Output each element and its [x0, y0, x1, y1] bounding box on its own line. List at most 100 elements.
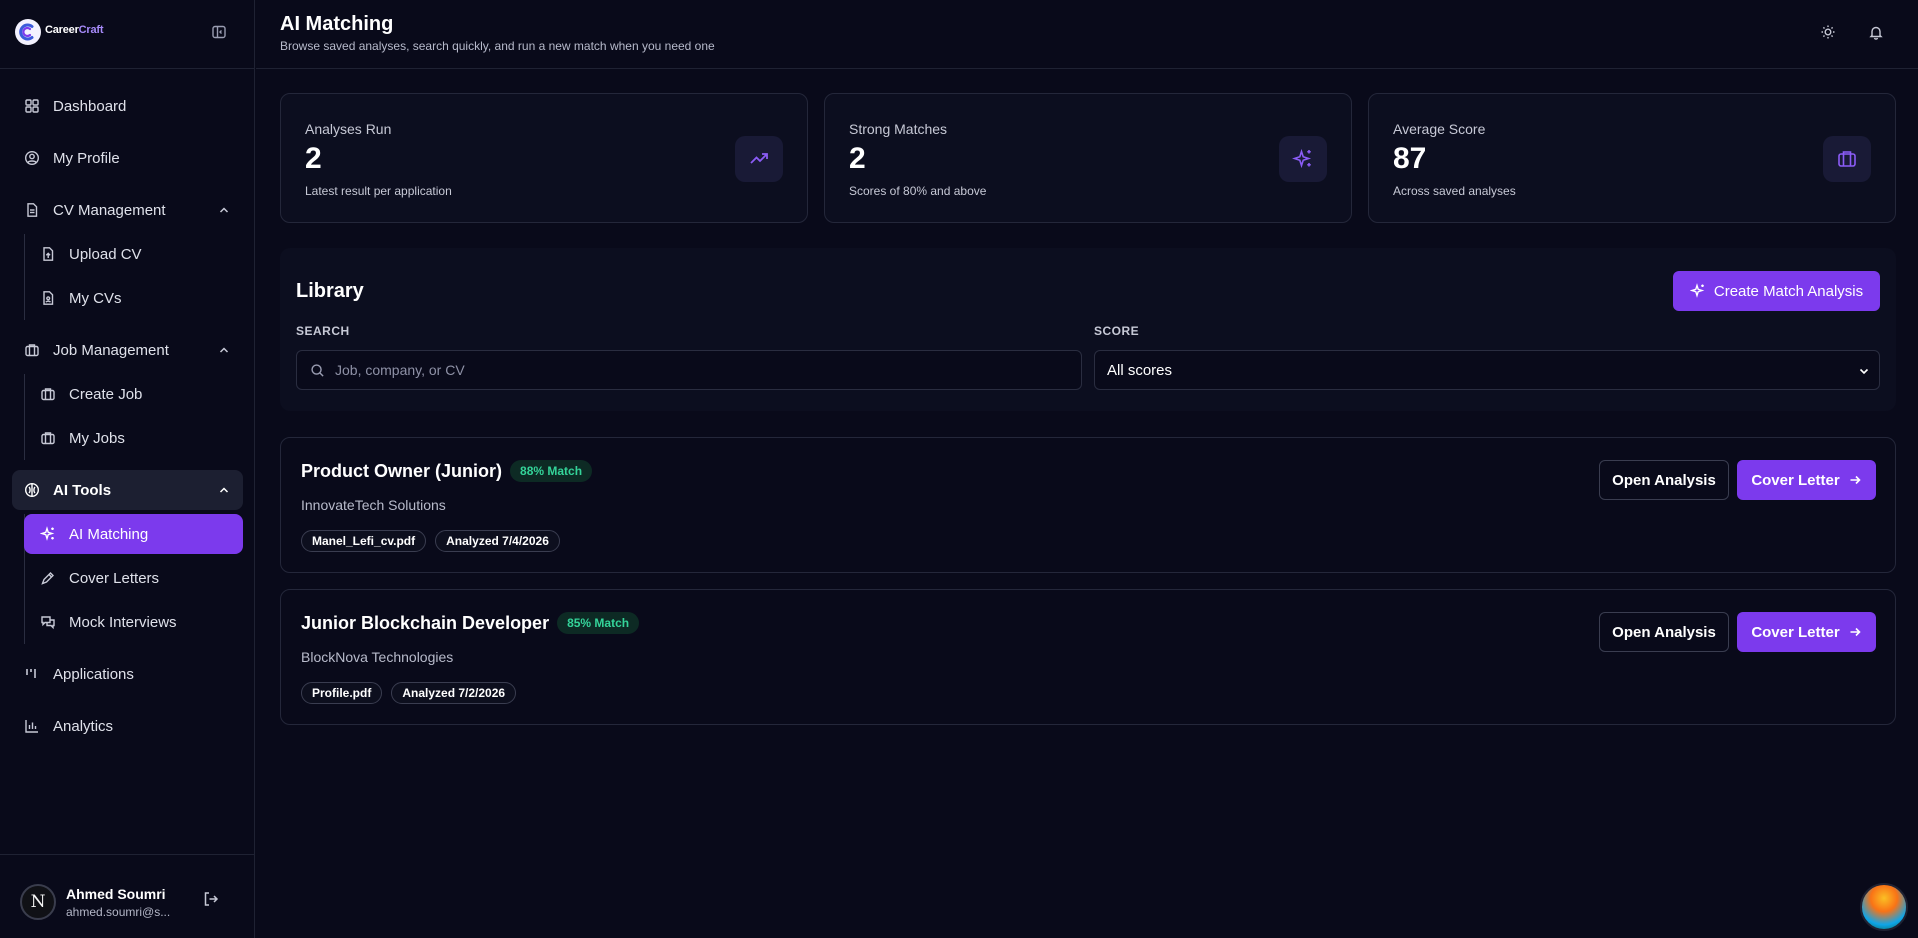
sidebar-item-ai-matching[interactable]: AI Matching [24, 514, 243, 554]
arrow-right-icon [1848, 473, 1862, 487]
stat-value: 2 [305, 142, 322, 175]
sidebar-item-analytics[interactable]: Analytics [12, 706, 243, 746]
sidebar-item-label: CV Management [53, 201, 166, 219]
company-name: BlockNova Technologies [301, 649, 454, 665]
sidebar-item-dashboard[interactable]: Dashboard [12, 86, 243, 126]
page-subtitle: Browse saved analyses, search quickly, a… [280, 39, 715, 53]
page-title: AI Matching [280, 13, 394, 35]
brand-prefix: Career [45, 23, 79, 36]
sidebar-item-label: Applications [53, 665, 134, 683]
sidebar-item-applications[interactable]: Applications [12, 654, 243, 694]
cover-letter-button[interactable]: Cover Letter [1737, 460, 1876, 500]
sparkles-icon [1279, 136, 1327, 182]
sun-icon[interactable] [1818, 22, 1838, 42]
sparkles-icon [40, 526, 56, 542]
sidebar-item-label: My CVs [69, 289, 122, 307]
score-select-value: All scores [1107, 361, 1173, 379]
cover-letter-button[interactable]: Cover Letter [1737, 612, 1876, 652]
stat-label: Strong Matches [849, 121, 948, 137]
job-title: Product Owner (Junior) [301, 460, 503, 481]
sidebar-item-profile[interactable]: My Profile [12, 138, 243, 178]
sidebar-item-create-job[interactable]: Create Job [24, 374, 243, 414]
stat-label: Average Score [1393, 121, 1486, 137]
sidebar-group-cv-management[interactable]: CV Management [12, 190, 243, 230]
stat-subtext: Scores of 80% and above [849, 184, 987, 198]
analyzed-date-tag: Analyzed 7/4/2026 [435, 530, 560, 552]
sidebar-group-job-management[interactable]: Job Management [12, 330, 243, 370]
sidebar-toggle-icon[interactable] [209, 22, 229, 42]
score-select[interactable]: All scores [1094, 350, 1880, 390]
chevron-up-icon [217, 203, 231, 217]
score-label: SCORE [1094, 324, 1140, 338]
sidebar-item-label: Create Job [69, 385, 143, 403]
logout-icon[interactable] [202, 890, 220, 908]
file-upload-icon [40, 246, 56, 262]
library-panel: Library Create Match Analysis SEARCH SCO… [280, 248, 1896, 411]
stat-subtext: Latest result per application [305, 184, 452, 198]
sidebar-item-mock-interviews[interactable]: Mock Interviews [24, 602, 243, 642]
open-analysis-button[interactable]: Open Analysis [1599, 460, 1729, 500]
brand-name: CareerCraft [45, 23, 104, 36]
search-field[interactable] [296, 350, 1082, 390]
bell-icon[interactable] [1866, 22, 1886, 42]
file-user-icon [40, 290, 56, 306]
sidebar-item-label: My Profile [53, 149, 120, 167]
chevron-down-icon [1857, 364, 1871, 378]
sidebar-item-my-cvs[interactable]: My CVs [24, 278, 243, 318]
sidebar-group-ai-tools[interactable]: AI Tools [12, 470, 243, 510]
dashboard-icon [24, 98, 40, 114]
button-label: Cover Letter [1751, 623, 1840, 641]
sidebar-item-cover-letters[interactable]: Cover Letters [24, 558, 243, 598]
arrow-right-icon [1848, 625, 1862, 639]
open-analysis-button[interactable]: Open Analysis [1599, 612, 1729, 652]
button-label: Cover Letter [1751, 471, 1840, 489]
sparkles-icon [1689, 283, 1706, 299]
sidebar-item-upload-cv[interactable]: Upload CV [24, 234, 243, 274]
user-divider [0, 854, 255, 855]
sidebar-item-my-jobs[interactable]: My Jobs [24, 418, 243, 458]
search-icon [310, 363, 325, 378]
pen-icon [40, 570, 56, 586]
sidebar-divider [0, 68, 255, 69]
match-badge: 88% Match [510, 460, 593, 482]
library-title: Library [296, 280, 364, 302]
briefcase-icon [24, 342, 40, 358]
briefcase-icon [1823, 136, 1871, 182]
briefcase-icon [40, 430, 56, 446]
analysis-card: Product Owner (Junior) 88% Match Innovat… [280, 437, 1896, 573]
stat-card-analyses-run: Analyses Run 2 Latest result per applica… [280, 93, 808, 223]
floating-assistant-avatar[interactable] [1860, 883, 1908, 931]
stat-label: Analyses Run [305, 121, 392, 137]
sidebar-item-label: My Jobs [69, 429, 125, 447]
sidebar-item-label: AI Tools [53, 481, 112, 499]
button-label: Create Match Analysis [1713, 282, 1864, 300]
user-email: ahmed.soumri@s... [66, 904, 171, 919]
stat-value: 87 [1393, 142, 1427, 175]
user-circle-icon [24, 150, 40, 166]
sidebar-item-label: Mock Interviews [69, 613, 177, 631]
brain-icon [24, 482, 40, 498]
user-profile[interactable]: N Ahmed Soumri ahmed.soumri@s... [20, 884, 170, 920]
stat-card-average-score: Average Score 87 Across saved analyses [1368, 93, 1896, 223]
sidebar-item-label: Cover Letters [69, 569, 160, 587]
kanban-icon [24, 666, 40, 682]
briefcase-icon [40, 386, 56, 402]
search-input[interactable] [335, 362, 1035, 378]
analysis-card: Junior Blockchain Developer 85% Match Bl… [280, 589, 1896, 725]
sidebar-item-label: Upload CV [69, 245, 142, 263]
match-badge: 85% Match [557, 612, 640, 634]
chevron-up-icon [217, 343, 231, 357]
brand-tagline [45, 37, 103, 40]
sidebar-item-label: Analytics [53, 717, 114, 735]
chevron-up-icon [217, 483, 231, 497]
brand-logo[interactable]: CareerCraft [15, 17, 104, 47]
company-name: InnovateTech Solutions [301, 497, 446, 513]
sidebar: CareerCraft Dashboard My Profile CV Mana… [0, 0, 255, 938]
cv-file-tag: Manel_Lefi_cv.pdf [301, 530, 427, 552]
brand-suffix: Craft [78, 23, 104, 36]
sidebar-item-label: Dashboard [53, 97, 127, 115]
avatar: N [20, 884, 56, 920]
sidebar-item-label: Job Management [53, 341, 169, 359]
create-match-analysis-button[interactable]: Create Match Analysis [1673, 271, 1880, 311]
sidebar-item-label: AI Matching [69, 525, 149, 543]
